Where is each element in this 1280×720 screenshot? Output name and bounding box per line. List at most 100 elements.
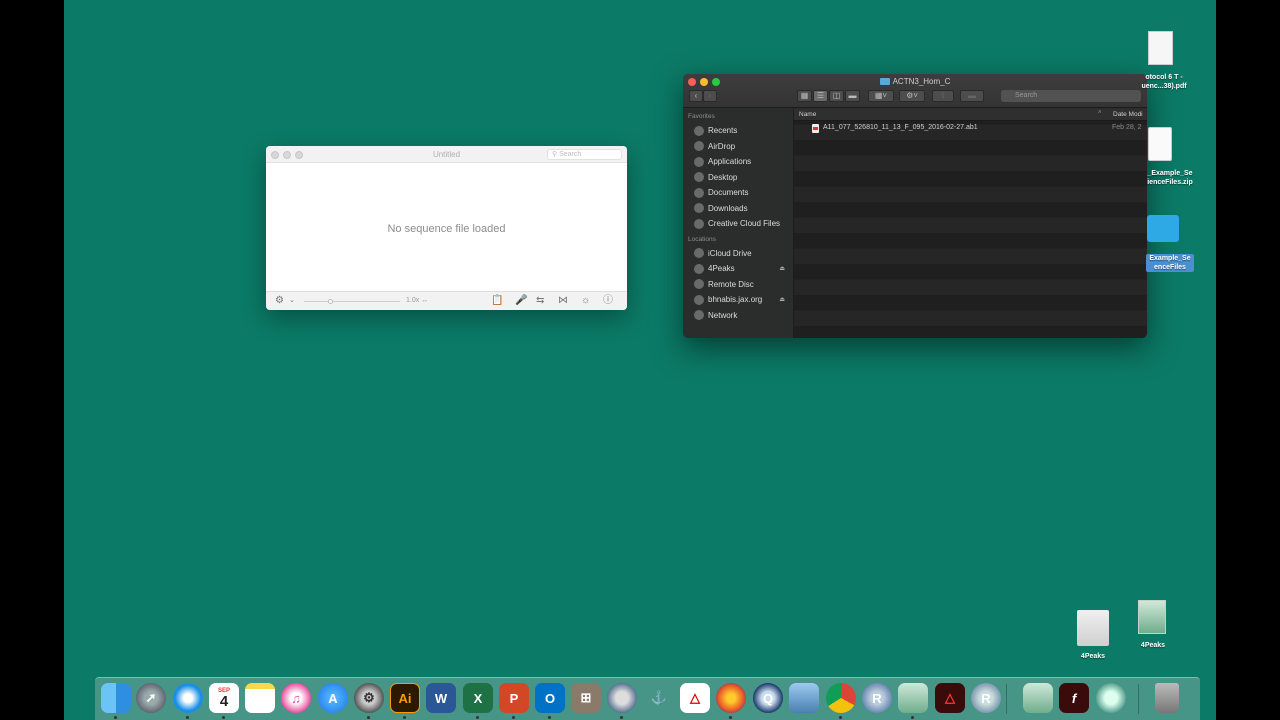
finder-sidebar: Favorites Recents AirDrop Applications D… — [683, 109, 794, 338]
desktop-icon — [694, 172, 704, 183]
folder-icon — [879, 78, 890, 85]
desktop-icon-label: uenc...38).pdf — [1141, 83, 1187, 90]
sidebar-item-airdrop[interactable]: AirDrop — [683, 139, 793, 155]
zoom-level: 1.0x ↔ — [406, 297, 429, 304]
microphone-icon[interactable]: 🎤 — [515, 295, 527, 307]
4peaks-document-dock-icon[interactable] — [1023, 683, 1053, 713]
clipboard-icon[interactable]: 📋 — [491, 295, 503, 307]
4peaks-dock-icon[interactable] — [898, 683, 928, 713]
column-name[interactable]: Name — [799, 111, 816, 118]
gear-icon[interactable]: ⚙ — [275, 295, 284, 307]
r-dock-icon[interactable]: R — [862, 683, 892, 713]
search-icon: ⚲ — [552, 151, 558, 158]
group-button[interactable]: ▦˅ — [868, 90, 894, 102]
sequence-view[interactable]: No sequence file loaded — [266, 163, 627, 291]
finder-file-list[interactable]: Name ˄ Date Modi A11_077_526810_11_13_F_… — [794, 109, 1147, 338]
column-date[interactable]: Date Modi — [1113, 111, 1143, 118]
airdrop-icon — [694, 141, 704, 152]
sidebar-item-remote-disc[interactable]: Remote Disc — [683, 277, 793, 293]
safari-dock-icon[interactable] — [173, 683, 203, 713]
info-icon[interactable]: ⓘ — [603, 295, 613, 307]
calendar-dock-icon[interactable]: SEP 4 — [209, 683, 239, 713]
favorites-header: Favorites — [688, 113, 715, 120]
app-store-dock-icon[interactable]: A — [318, 683, 348, 713]
sidebar-item-4peaks[interactable]: 4Peaks ⏏ — [683, 261, 793, 277]
app-label: W — [434, 690, 448, 706]
folder-icon — [1147, 215, 1179, 242]
sequence-window-titlebar[interactable]: Untitled ⚲ Search — [266, 146, 627, 163]
flash-dock-icon[interactable]: f — [1059, 683, 1089, 713]
column-view-button[interactable]: ◫ — [829, 90, 844, 102]
running-indicator — [548, 716, 551, 719]
eject-icon[interactable]: ⏏ — [779, 265, 785, 272]
outlook-dock-icon[interactable]: O — [535, 683, 565, 713]
swap-icon[interactable]: ⇆ — [536, 295, 544, 307]
documents-icon — [694, 187, 704, 198]
forward-button[interactable]: › — [703, 90, 717, 102]
sidebar-item-documents[interactable]: Documents — [683, 185, 793, 201]
creative-cloud-icon — [694, 218, 704, 229]
icon-view-button[interactable]: ▦ — [797, 90, 812, 102]
brightness-icon[interactable]: ☼ — [581, 295, 590, 307]
sidebar-item-server[interactable]: bhnabis.jax.org ⏏ — [683, 292, 793, 308]
firefox-dock-icon[interactable] — [716, 683, 746, 713]
acrobat-dock-icon[interactable]: △ — [680, 683, 710, 713]
powerpoint-dock-icon[interactable]: P — [499, 683, 529, 713]
sidebar-item-icloud[interactable]: iCloud Drive — [683, 246, 793, 262]
desktop-icon-label: ienceFiles.zip — [1147, 179, 1193, 186]
running-indicator — [186, 716, 189, 719]
bowtie-icon[interactable]: ⋈ — [558, 295, 568, 307]
running-indicator — [403, 716, 406, 719]
app-label: f — [1071, 690, 1077, 706]
sidebar-item-network[interactable]: Network — [683, 308, 793, 324]
running-indicator — [512, 716, 515, 719]
running-indicator — [911, 716, 914, 719]
chrome-dock-icon[interactable] — [826, 683, 856, 713]
eject-icon[interactable]: ⏏ — [779, 296, 785, 303]
search-field[interactable]: ⚲ Search — [547, 149, 622, 160]
empty-message: No sequence file loaded — [387, 223, 506, 235]
sidebar-item-downloads[interactable]: Downloads — [683, 201, 793, 217]
list-view-button[interactable]: ☰ — [813, 90, 828, 102]
illustrator-dock-icon[interactable]: Ai — [390, 683, 420, 713]
notes-dock-icon[interactable] — [245, 683, 275, 713]
finder-dock-icon[interactable] — [101, 683, 131, 713]
running-indicator — [729, 716, 732, 719]
back-button[interactable]: ‹ — [689, 90, 703, 102]
calculator-dock-icon[interactable]: ⊞ — [571, 683, 601, 713]
sidebar-item-label: Recents — [708, 126, 738, 136]
gallery-view-button[interactable]: ▬ — [845, 90, 860, 102]
quicktime-dock-icon[interactable]: Q — [753, 683, 783, 713]
zoom-slider[interactable] — [304, 301, 400, 302]
itunes-dock-icon[interactable]: ♫ — [281, 683, 311, 713]
sidebar-item-recents[interactable]: Recents — [683, 123, 793, 139]
safari-alt-dock-icon[interactable] — [1096, 683, 1126, 713]
chevron-down-icon[interactable]: ⌄ — [289, 295, 295, 307]
zoom-slider-knob[interactable] — [328, 299, 333, 304]
preview-dock-icon[interactable] — [789, 683, 819, 713]
excel-dock-icon[interactable]: X — [463, 683, 493, 713]
sidebar-item-creative-cloud[interactable]: Creative Cloud Files — [683, 216, 793, 232]
drive-icon — [694, 263, 704, 274]
share-button[interactable]: ⇧ — [932, 90, 954, 102]
system-preferences-dock-icon[interactable]: ⚙ — [354, 683, 384, 713]
word-dock-icon[interactable]: W — [426, 683, 456, 713]
desktop[interactable]: Untitled ⚲ Search No sequence file loade… — [64, 0, 1216, 720]
sidebar-item-desktop[interactable]: Desktop — [683, 170, 793, 186]
gimp-alt-dock-icon[interactable]: ⚓ — [644, 683, 674, 713]
gimp-dock-icon[interactable] — [607, 683, 637, 713]
finder-title-text: ACTN3_Hom_C — [892, 77, 951, 86]
tag-button[interactable]: ▬ — [960, 90, 984, 102]
sidebar-item-applications[interactable]: Applications — [683, 154, 793, 170]
rstudio-dock-icon[interactable]: R — [971, 683, 1001, 713]
app-label: R — [872, 690, 882, 706]
file-row[interactable]: A11_077_526810_11_13_F_095_2016-02-27.ab… — [794, 122, 1147, 136]
trash-icon[interactable] — [1155, 683, 1179, 713]
launchpad-dock-icon[interactable]: ➚ — [136, 683, 166, 713]
sidebar-item-label: iCloud Drive — [708, 248, 752, 258]
column-header: Name ˄ Date Modi — [794, 109, 1147, 121]
finder-search-field[interactable]: Search — [1001, 90, 1141, 102]
acrobat-dc-dock-icon[interactable]: △ — [935, 683, 965, 713]
locations-header: Locations — [688, 235, 716, 243]
action-gear-button[interactable]: ⚙˅ — [899, 90, 925, 102]
